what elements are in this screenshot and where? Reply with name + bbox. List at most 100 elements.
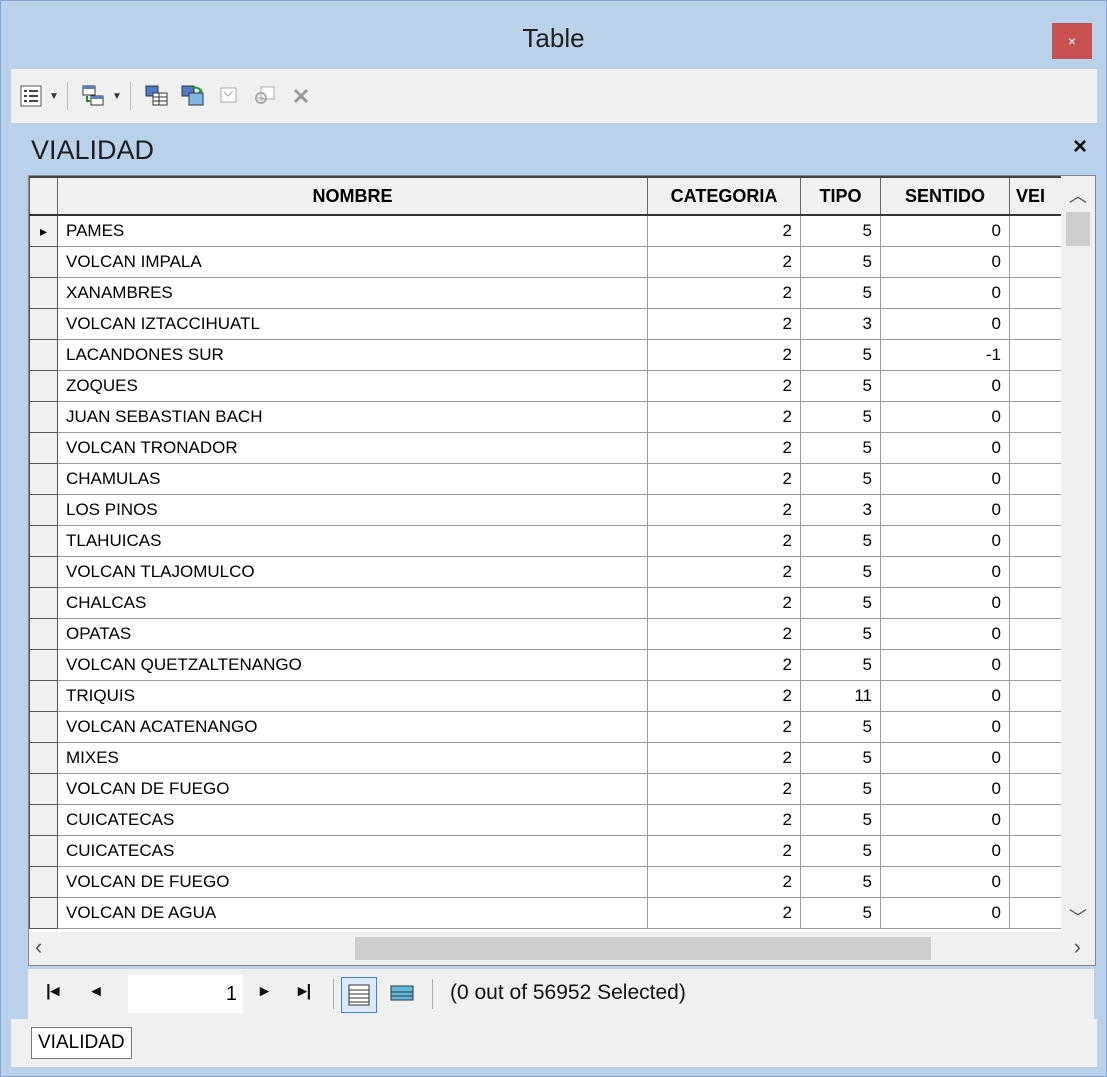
cell-tipo[interactable]: 5 xyxy=(800,370,881,402)
row-selector[interactable] xyxy=(29,463,58,495)
cell-tipo[interactable]: 5 xyxy=(800,742,881,774)
table-row[interactable]: VOLCAN TLAJOMULCO 2 5 0 xyxy=(29,556,1070,588)
cell-sentido[interactable]: 0 xyxy=(880,463,1010,495)
cell-categoria[interactable]: 2 xyxy=(647,773,801,805)
title-bar[interactable]: Table × xyxy=(1,1,1106,69)
cell-categoria[interactable]: 2 xyxy=(647,835,801,867)
cell-nombre[interactable]: VOLCAN TLAJOMULCO xyxy=(57,556,648,588)
cell-sentido[interactable]: 0 xyxy=(880,897,1010,929)
row-selector-header[interactable] xyxy=(29,176,58,216)
cell-categoria[interactable]: 2 xyxy=(647,401,801,433)
cell-sentido[interactable]: 0 xyxy=(880,525,1010,557)
cell-sentido[interactable]: 0 xyxy=(880,618,1010,650)
table-row[interactable]: CHAMULAS 2 5 0 xyxy=(29,463,1070,495)
cell-nombre[interactable]: XANAMBRES xyxy=(57,277,648,309)
table-row[interactable]: ▸ PAMES 2 5 0 xyxy=(29,214,1070,247)
cell-sentido[interactable]: 0 xyxy=(880,587,1010,619)
current-record-input[interactable]: 1 xyxy=(128,975,243,1013)
row-selector[interactable] xyxy=(29,680,58,712)
cell-nombre[interactable]: VOLCAN DE FUEGO xyxy=(57,773,648,805)
horizontal-scroll-thumb[interactable] xyxy=(355,937,931,960)
cell-categoria[interactable]: 2 xyxy=(647,711,801,743)
cell-nombre[interactable]: VOLCAN DE AGUA xyxy=(57,897,648,929)
select-by-attributes-icon[interactable] xyxy=(141,80,173,112)
row-selector[interactable] xyxy=(29,835,58,867)
row-selector[interactable] xyxy=(29,494,58,526)
show-selected-records-icon[interactable] xyxy=(385,977,419,1011)
cell-sentido[interactable]: 0 xyxy=(880,370,1010,402)
scroll-down-icon[interactable]: ﹀ xyxy=(1061,904,1095,928)
cell-categoria[interactable]: 2 xyxy=(647,525,801,557)
cell-tipo[interactable]: 5 xyxy=(800,277,881,309)
cell-categoria[interactable]: 2 xyxy=(647,680,801,712)
cell-categoria[interactable]: 2 xyxy=(647,463,801,495)
cell-tipo[interactable]: 5 xyxy=(800,463,881,495)
cell-sentido[interactable]: 0 xyxy=(880,308,1010,340)
row-selector[interactable] xyxy=(29,804,58,836)
row-selector[interactable] xyxy=(29,649,58,681)
attribute-table-grid[interactable]: NOMBRE CATEGORIA TIPO SENTIDO VEI ▸ PAMES… xyxy=(28,175,1096,966)
cell-tipo[interactable]: 5 xyxy=(800,711,881,743)
cell-categoria[interactable]: 2 xyxy=(647,649,801,681)
cell-tipo[interactable]: 5 xyxy=(800,401,881,433)
last-record-icon[interactable]: ▸| xyxy=(298,981,311,1001)
row-selector[interactable] xyxy=(29,866,58,898)
cell-categoria[interactable]: 2 xyxy=(647,494,801,526)
cell-categoria[interactable]: 2 xyxy=(647,866,801,898)
cell-tipo[interactable]: 5 xyxy=(800,649,881,681)
cell-nombre[interactable]: VOLCAN DE FUEGO xyxy=(57,866,648,898)
cell-categoria[interactable]: 2 xyxy=(647,339,801,371)
cell-tipo[interactable]: 5 xyxy=(800,525,881,557)
cell-nombre[interactable]: VOLCAN TRONADOR xyxy=(57,432,648,464)
table-row[interactable]: JUAN SEBASTIAN BACH 2 5 0 xyxy=(29,401,1070,433)
row-selector[interactable] xyxy=(29,401,58,433)
cell-categoria[interactable]: 2 xyxy=(647,742,801,774)
row-selector[interactable] xyxy=(29,246,58,278)
table-options-icon[interactable] xyxy=(15,80,47,112)
cell-tipo[interactable]: 5 xyxy=(800,214,881,247)
table-row[interactable]: CUICATECAS 2 5 0 xyxy=(29,835,1070,867)
row-selector[interactable] xyxy=(29,525,58,557)
cell-sentido[interactable]: 0 xyxy=(880,401,1010,433)
cell-tipo[interactable]: 11 xyxy=(800,680,881,712)
cell-tipo[interactable]: 5 xyxy=(800,246,881,278)
cell-categoria[interactable]: 2 xyxy=(647,432,801,464)
cell-sentido[interactable]: 0 xyxy=(880,680,1010,712)
column-header-categoria[interactable]: CATEGORIA xyxy=(647,176,801,216)
cell-nombre[interactable]: PAMES xyxy=(57,214,648,247)
table-row[interactable]: TLAHUICAS 2 5 0 xyxy=(29,525,1070,557)
first-record-icon[interactable]: |◂ xyxy=(46,981,59,1001)
zoom-to-selected-icon[interactable] xyxy=(249,80,281,112)
table-row[interactable]: XANAMBRES 2 5 0 xyxy=(29,277,1070,309)
vertical-scroll-thumb[interactable] xyxy=(1066,212,1090,246)
column-header-tipo[interactable]: TIPO xyxy=(800,176,881,216)
row-selector[interactable] xyxy=(29,556,58,588)
cell-nombre[interactable]: JUAN SEBASTIAN BACH xyxy=(57,401,648,433)
row-selector[interactable] xyxy=(29,587,58,619)
cell-tipo[interactable]: 5 xyxy=(800,618,881,650)
table-row[interactable]: CHALCAS 2 5 0 xyxy=(29,587,1070,619)
cell-nombre[interactable]: ZOQUES xyxy=(57,370,648,402)
cell-nombre[interactable]: VOLCAN IMPALA xyxy=(57,246,648,278)
row-selector[interactable] xyxy=(29,308,58,340)
panel-close-button[interactable]: × xyxy=(1073,133,1087,161)
cell-nombre[interactable]: VOLCAN QUETZALTENANGO xyxy=(57,649,648,681)
cell-sentido[interactable]: 0 xyxy=(880,711,1010,743)
table-row[interactable]: OPATAS 2 5 0 xyxy=(29,618,1070,650)
cell-tipo[interactable]: 5 xyxy=(800,587,881,619)
table-row[interactable]: CUICATECAS 2 5 0 xyxy=(29,804,1070,836)
cell-sentido[interactable]: 0 xyxy=(880,432,1010,464)
row-selector[interactable] xyxy=(29,711,58,743)
previous-record-icon[interactable]: ◂ xyxy=(92,981,101,1001)
table-row[interactable]: VOLCAN DE FUEGO 2 5 0 xyxy=(29,866,1070,898)
switch-selection-icon[interactable] xyxy=(177,80,209,112)
table-row[interactable]: ZOQUES 2 5 0 xyxy=(29,370,1070,402)
table-row[interactable]: VOLCAN IZTACCIHUATL 2 3 0 xyxy=(29,308,1070,340)
table-row[interactable]: MIXES 2 5 0 xyxy=(29,742,1070,774)
row-selector[interactable] xyxy=(29,773,58,805)
cell-nombre[interactable]: VOLCAN ACATENANGO xyxy=(57,711,648,743)
table-row[interactable]: VOLCAN ACATENANGO 2 5 0 xyxy=(29,711,1070,743)
cell-categoria[interactable]: 2 xyxy=(647,308,801,340)
table-options-dropdown-icon[interactable]: ▼ xyxy=(47,80,61,112)
column-header-sentido[interactable]: SENTIDO xyxy=(880,176,1010,216)
